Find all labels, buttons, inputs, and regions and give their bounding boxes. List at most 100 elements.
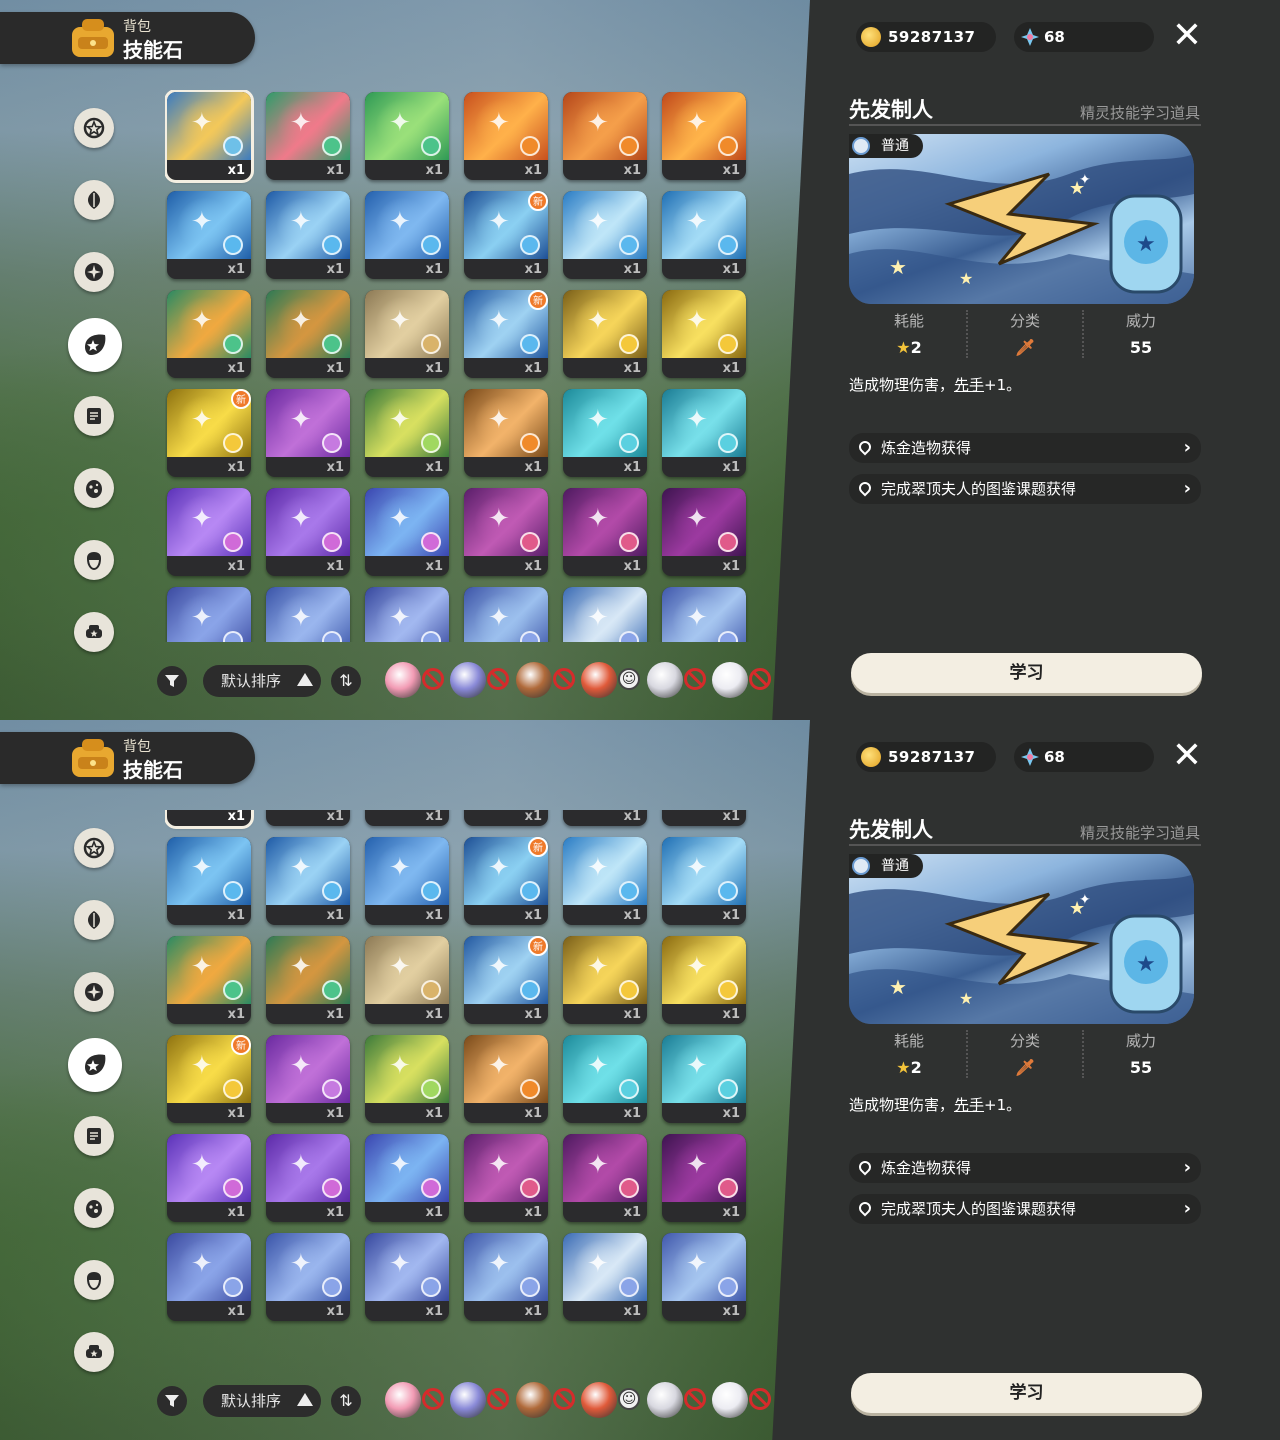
skillstone-tile[interactable]: ✦x1 <box>563 810 647 826</box>
skillstone-tile[interactable]: ✦x1 <box>365 1134 449 1222</box>
ban-icon[interactable] <box>684 1388 706 1410</box>
category-sparkle-icon[interactable] <box>74 252 114 292</box>
category-egg-icon[interactable] <box>74 1188 114 1228</box>
ban-icon[interactable] <box>487 668 509 690</box>
skillstone-tile[interactable]: ✦x1 <box>167 587 251 642</box>
skillstone-tile[interactable]: ✦x1 <box>563 191 647 279</box>
skillstone-tile[interactable]: ✦x1 <box>365 837 449 925</box>
skillstone-tile[interactable]: ✦x1 <box>365 290 449 378</box>
skillstone-tile[interactable]: ✦x1 <box>662 389 746 477</box>
category-acorn-icon[interactable] <box>74 540 114 580</box>
pet-avatar-dragon[interactable] <box>450 662 486 698</box>
skillstone-tile[interactable]: ✦x1 <box>167 837 251 925</box>
skillstone-tile[interactable]: ✦x1 <box>464 92 548 180</box>
ban-icon[interactable] <box>553 668 575 690</box>
skillstone-tile[interactable]: ✦x1 <box>365 389 449 477</box>
category-skillstone-icon[interactable] <box>68 318 122 372</box>
source-row-codex[interactable]: 完成翠顶夫人的图鉴课题获得 › <box>849 474 1201 504</box>
smile-icon[interactable]: ☺ <box>618 668 640 690</box>
pet-avatar-rabbit[interactable] <box>712 1382 748 1418</box>
smile-icon[interactable]: ☺ <box>618 1388 640 1410</box>
category-acorn-icon[interactable] <box>74 1260 114 1300</box>
skillstone-tile[interactable]: ✦x1 <box>365 936 449 1024</box>
skillstone-tile[interactable]: ✦x1 <box>167 191 251 279</box>
sort-order-button[interactable]: ⇅ <box>331 666 361 696</box>
skillstone-tile[interactable]: ✦x1 <box>266 936 350 1024</box>
category-star-icon[interactable] <box>74 828 114 868</box>
skillstone-tile[interactable]: ✦x1 <box>266 810 350 826</box>
skillstone-tile[interactable]: ✦x1 <box>662 587 746 642</box>
skillstone-tile[interactable]: ✦x1 <box>563 290 647 378</box>
category-star-icon[interactable] <box>74 108 114 148</box>
skillstone-tile[interactable]: ✦x1 <box>167 1233 251 1321</box>
skillstone-tile[interactable]: ✦x1 <box>266 488 350 576</box>
skillstone-tile[interactable]: ✦ x1 新 <box>464 936 548 1024</box>
skillstone-tile[interactable]: ✦x1 <box>365 191 449 279</box>
skillstone-tile[interactable]: ✦x1 <box>563 1134 647 1222</box>
skillstone-tile[interactable]: ✦ x1 新 <box>464 837 548 925</box>
pet-avatar-dragon[interactable] <box>450 1382 486 1418</box>
ban-icon[interactable] <box>749 1388 771 1410</box>
skillstone-tile-selected[interactable]: ✦x1 <box>165 90 254 183</box>
skillstone-tile[interactable]: ✦x1 <box>464 587 548 642</box>
category-leaf-icon[interactable] <box>74 180 114 220</box>
source-row-alchemy[interactable]: 炼金造物获得 › <box>849 1153 1201 1183</box>
skillstone-tile[interactable]: ✦x1 <box>365 92 449 180</box>
category-leaf-icon[interactable] <box>74 900 114 940</box>
priority-link[interactable]: 先手 <box>954 1096 984 1114</box>
learn-button[interactable]: 学习 <box>851 1373 1202 1413</box>
ban-icon[interactable] <box>487 1388 509 1410</box>
ban-icon[interactable] <box>422 1388 444 1410</box>
skillstone-tile[interactable]: ✦x1 <box>464 810 548 826</box>
skillstone-tile[interactable]: ✦x1 <box>563 1233 647 1321</box>
skillstone-tile[interactable]: ✦x1 <box>662 290 746 378</box>
skillstone-tile[interactable]: ✦x1 <box>266 290 350 378</box>
skillstone-tile[interactable]: ✦ x1 新 <box>167 1035 251 1123</box>
ban-icon[interactable] <box>749 668 771 690</box>
skillstone-tile[interactable]: ✦x1 <box>662 488 746 576</box>
skillstone-tile[interactable]: ✦x1 <box>365 1233 449 1321</box>
pet-avatar-fire[interactable] <box>581 662 617 698</box>
skillstone-tile[interactable]: ✦x1 <box>662 810 746 826</box>
skillstone-tile[interactable]: ✦x1 <box>464 488 548 576</box>
sort-dropdown[interactable]: 默认排序 <box>203 1385 321 1417</box>
pet-avatar-fire[interactable] <box>581 1382 617 1418</box>
skillstone-tile[interactable]: ✦x1 <box>662 1035 746 1123</box>
ban-icon[interactable] <box>684 668 706 690</box>
skillstone-tile[interactable]: ✦x1 <box>365 810 449 826</box>
ban-icon[interactable] <box>422 668 444 690</box>
skillstone-tile[interactable]: ✦x1 <box>365 488 449 576</box>
category-sparkle-icon[interactable] <box>74 972 114 1012</box>
skillstone-tile[interactable]: ✦x1 <box>662 92 746 180</box>
skillstone-tile[interactable]: ✦x1 <box>266 92 350 180</box>
skillstone-tile[interactable]: ✦x1 <box>662 936 746 1024</box>
skillstone-tile[interactable]: ✦ x1 新 <box>464 191 548 279</box>
filter-button[interactable] <box>157 666 187 696</box>
category-furniture-icon[interactable] <box>74 612 114 652</box>
priority-link[interactable]: 先手 <box>954 376 984 394</box>
skillstone-tile[interactable]: ✦x1 <box>563 1035 647 1123</box>
sort-dropdown[interactable]: 默认排序 <box>203 665 321 697</box>
skillstone-tile[interactable]: ✦x1 <box>167 488 251 576</box>
skillstone-tile[interactable]: ✦x1 <box>266 1134 350 1222</box>
close-button[interactable]: ✕ <box>1168 738 1206 776</box>
close-button[interactable]: ✕ <box>1168 18 1206 56</box>
skillstone-tile[interactable]: ✦x1 <box>266 837 350 925</box>
skillstone-tile[interactable]: ✦x1 <box>563 488 647 576</box>
skillstone-tile[interactable]: ✦x1 <box>266 191 350 279</box>
pet-avatar-brown[interactable] <box>516 662 552 698</box>
category-scroll-icon[interactable] <box>74 1116 114 1156</box>
skillstone-tile[interactable]: ✦x1 <box>167 290 251 378</box>
skillstone-tile[interactable]: ✦x1 <box>266 587 350 642</box>
skillstone-tile[interactable]: ✦x1 <box>464 1035 548 1123</box>
pet-avatar-white[interactable] <box>647 1382 683 1418</box>
category-furniture-icon[interactable] <box>74 1332 114 1372</box>
skillstone-tile[interactable]: ✦x1 <box>464 1134 548 1222</box>
skillstone-tile[interactable]: ✦x1 <box>167 1134 251 1222</box>
skillstone-tile[interactable]: ✦ x1 新 <box>167 389 251 477</box>
skillstone-tile-selected[interactable]: ✦x1 <box>165 810 254 829</box>
skillstone-tile[interactable]: ✦x1 <box>563 389 647 477</box>
skillstone-tile[interactable]: ✦ x1 新 <box>464 290 548 378</box>
pet-avatar-brown[interactable] <box>516 1382 552 1418</box>
sort-order-button[interactable]: ⇅ <box>331 1386 361 1416</box>
